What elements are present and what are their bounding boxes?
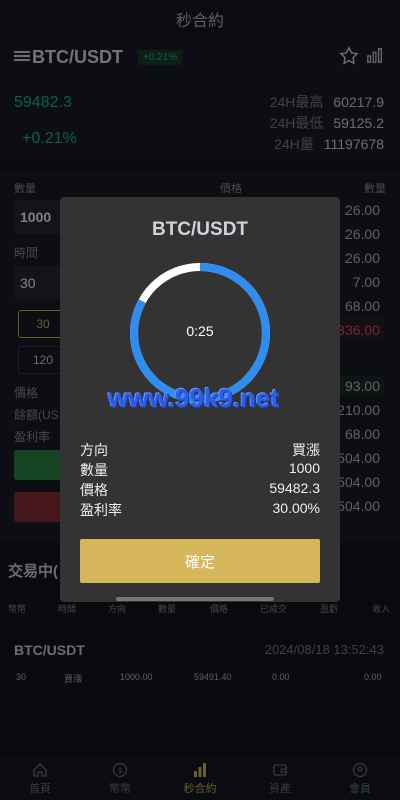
profit-rate-label: 盈利率 [80, 502, 122, 518]
horizontal-scrollbar[interactable] [116, 597, 274, 601]
price-row: 價格 59482.3 [80, 480, 320, 498]
quantity-label: 數量 [80, 462, 108, 478]
price-label: 價格 [80, 482, 108, 498]
watermark: www.99k9.net [108, 383, 279, 413]
direction-row: 方向 買漲 [80, 440, 320, 458]
countdown-timer: 0:25 [186, 323, 214, 339]
quantity-row: 數量 1000 [80, 460, 320, 478]
price-value: 59482.3 [269, 480, 320, 496]
order-confirm-dialog: BTC/USDT 0:25 www.99k9.net 方向 買漲 數量 1000 價… [60, 197, 340, 602]
direction-label: 方向 [80, 442, 108, 458]
profit-rate-value: 30.00% [272, 500, 320, 516]
quantity-value: 1000 [288, 460, 320, 476]
profit-rate-row: 盈利率 30.00% [80, 500, 320, 518]
dialog-title: BTC/USDT [151, 219, 249, 240]
direction-value: 買漲 [292, 442, 320, 458]
confirm-button[interactable]: 確定 [80, 539, 320, 583]
